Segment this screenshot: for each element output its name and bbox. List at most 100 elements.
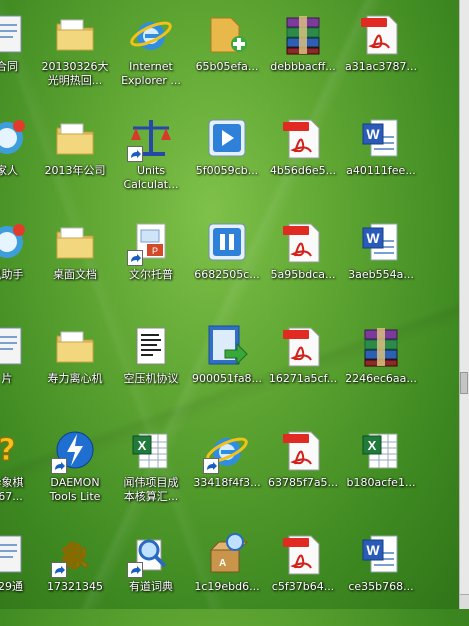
desktop-icon-label: 33418f4f3... (193, 476, 261, 489)
desktop-icon[interactable]: 2246ec6aa... (344, 318, 418, 418)
word-icon: W (357, 114, 405, 162)
desktop-icon[interactable]: 空压机协议 (114, 318, 188, 418)
excel-icon: X (357, 426, 405, 474)
desktop-icon[interactable]: 33418f4f3... (190, 422, 264, 522)
desktop-icon-label: ce35b768... (348, 580, 414, 593)
desktop-icon-label: 闻伟项目成 本核算汇... (123, 476, 179, 503)
scroll-down-arrow[interactable] (460, 594, 469, 609)
desktop-icon[interactable]: 65b05efa... (190, 6, 264, 106)
desktop-icon-label: 2246ec6aa... (345, 372, 417, 385)
document-icon (0, 530, 31, 578)
document-icon (0, 322, 31, 370)
desktop-icon[interactable]: a31ac3787... (344, 6, 418, 106)
app-icon (0, 218, 31, 266)
desktop-icon-label: Units Calculat... (123, 164, 179, 191)
desktop-icon-label: 17321345 (47, 580, 103, 593)
desktop-icon[interactable]: A 1c19ebd6... (190, 526, 264, 626)
desktop-icon[interactable]: DAEMON Tools Lite (38, 422, 112, 522)
desktop-icon-label: 1c19ebd6... (194, 580, 260, 593)
desktop-icon[interactable]: W 3aeb554a... (344, 214, 418, 314)
desktop-icon-label: Internet Explorer ... (121, 60, 181, 87)
desktop-icon-label: 900051fa8... (191, 372, 263, 385)
desktop-icon-label: 文尔托普 (129, 268, 173, 281)
desktop-icon[interactable]: 16271a5cf... (266, 318, 340, 418)
desktop-icon[interactable]: 寿力离心机 (38, 318, 112, 418)
desktop-icon-label: 20130326大 光明热回... (41, 60, 109, 87)
folder-icon (51, 322, 99, 370)
desktop-icon[interactable]: 象 17321345 (38, 526, 112, 626)
chinese-char-icon: 象 (51, 530, 99, 578)
desktop-icon-label: 65b05efa... (195, 60, 259, 73)
word-icon: W (357, 530, 405, 578)
desktop-icon[interactable]: Units Calculat... (114, 110, 188, 210)
chess-icon: ? (0, 426, 31, 474)
desktop-icon[interactable]: 有道词典 (114, 526, 188, 626)
svg-text:W: W (366, 542, 380, 558)
desktop-icon[interactable]: X 闻伟项目成 本核算汇... (114, 422, 188, 522)
shortcut-arrow-icon (127, 562, 143, 578)
pdf-icon (279, 218, 327, 266)
svg-text:X: X (368, 438, 377, 453)
desktop-icon[interactable]: 63785f7a5... (266, 422, 340, 522)
folder-icon (51, 218, 99, 266)
desktop-icon[interactable]: 2013年公司 (38, 110, 112, 210)
desktop-icon-label: a31ac3787... (344, 60, 417, 73)
daemon-icon (51, 426, 99, 474)
excel-icon: X (127, 426, 175, 474)
export-icon (203, 322, 251, 370)
ie-icon (203, 426, 251, 474)
app-icon (0, 114, 31, 162)
svg-text:P: P (152, 246, 158, 256)
desktop-icon[interactable]: Xb180acfe1... (344, 422, 418, 522)
file-add-icon (203, 10, 251, 58)
desktop-icon[interactable]: Internet Explorer ... (114, 6, 188, 106)
desktop-icon[interactable]: 4b56d6e5... (266, 110, 340, 210)
desktop-icon-label: b180acfe1... (346, 476, 416, 489)
desktop-icon-label: 寿力离心机 (47, 372, 103, 385)
desktop-icon[interactable]: debbbacff... (266, 6, 340, 106)
svg-text:X: X (138, 438, 147, 453)
folder-icon (51, 114, 99, 162)
shortcut-arrow-icon (51, 458, 67, 474)
media-pause-icon (203, 218, 251, 266)
document-icon (0, 10, 31, 58)
desktop-icon[interactable]: c5f37b64... (266, 526, 340, 626)
desktop-icon-label: 16271a5cf... (268, 372, 338, 385)
pdf-icon (279, 114, 327, 162)
shortcut-arrow-icon (127, 146, 143, 162)
desktop-icon[interactable]: P 文尔托普 (114, 214, 188, 314)
desktop-icon[interactable]: Wa40111fee... (344, 110, 418, 210)
svg-text:A: A (219, 558, 226, 569)
desktop-icon-label: 4b56d6e5... (269, 164, 337, 177)
winrar-icon (279, 10, 327, 58)
desktop-icon-label: debbbacff... (270, 60, 336, 73)
desktop-icon-label: 5f0059cb... (195, 164, 259, 177)
desktop-icon-label: 5a95bdca... (270, 268, 336, 281)
scroll-thumb[interactable] (460, 372, 468, 394)
desktop-icon[interactable]: 5f0059cb... (190, 110, 264, 210)
doc-text-icon (127, 322, 175, 370)
pdf-icon (279, 530, 327, 578)
desktop-icon[interactable]: 20130326大 光明热回... (38, 6, 112, 106)
word-icon: W (357, 218, 405, 266)
svg-text:W: W (366, 230, 380, 246)
media-play-icon (203, 114, 251, 162)
pdf-icon (357, 10, 405, 58)
pdf-icon (279, 322, 327, 370)
desktop-icon[interactable]: 900051fa8... (190, 318, 264, 418)
scale-icon (127, 114, 175, 162)
desktop-icon[interactable]: 桌面文档 (38, 214, 112, 314)
desktop-icon-label: 6682505c... (194, 268, 260, 281)
desktop-icon-label: a40111fee... (346, 164, 416, 177)
dictionary-icon (127, 530, 175, 578)
desktop-icon[interactable]: 5a95bdca... (266, 214, 340, 314)
ie-icon (127, 10, 175, 58)
desktop-icon[interactable]: 6682505c... (190, 214, 264, 314)
scrollbar[interactable] (459, 0, 469, 609)
desktop-icon[interactable]: Wce35b768... (344, 526, 418, 626)
svg-text:W: W (366, 126, 380, 142)
winrar-icon (357, 322, 405, 370)
desktop-icon-label: DAEMON Tools Lite (49, 476, 101, 503)
shortcut-arrow-icon (127, 250, 143, 266)
presentation-icon: P (127, 218, 175, 266)
